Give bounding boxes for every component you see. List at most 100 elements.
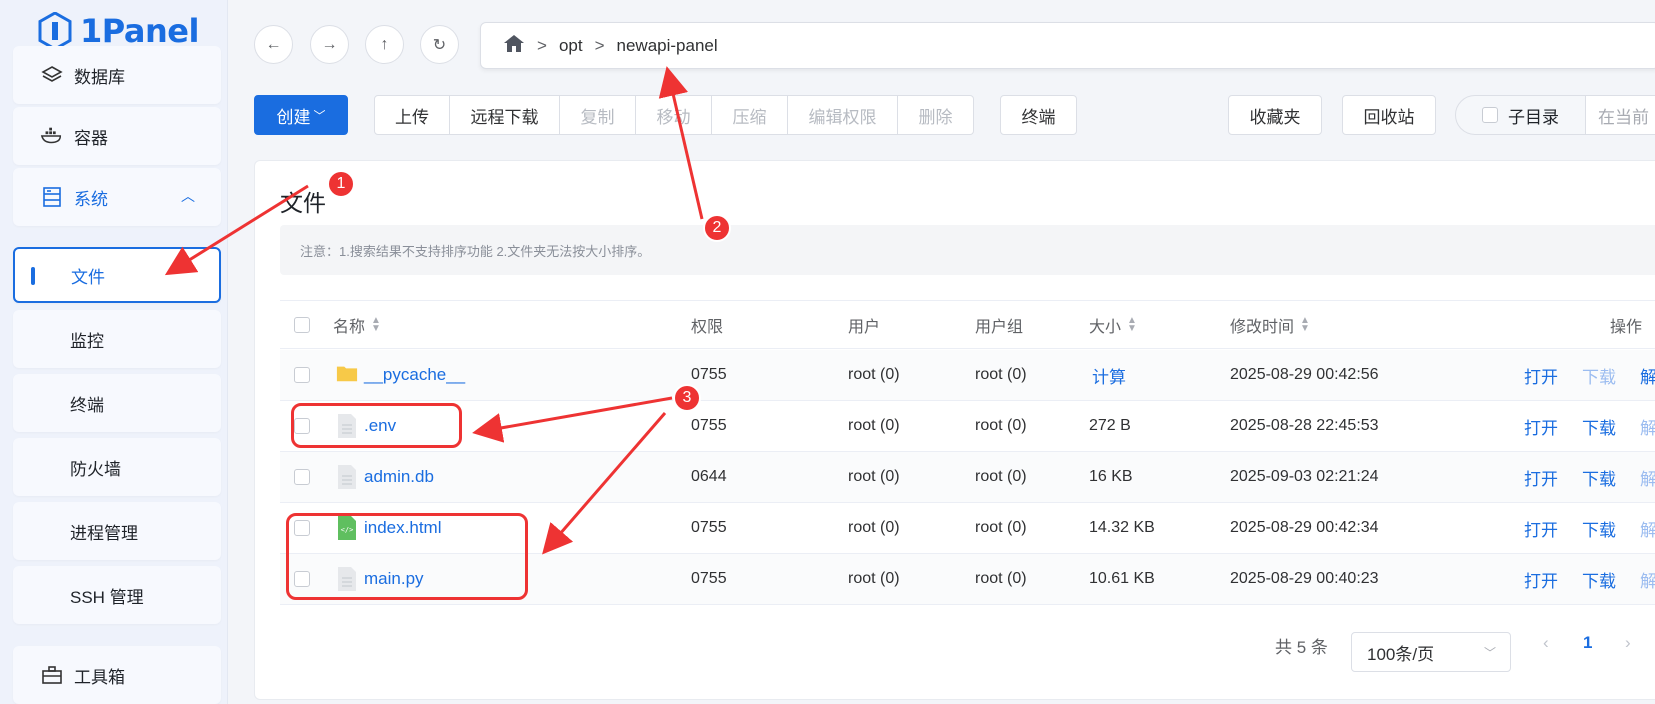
download-link[interactable]: 下载 <box>1582 452 1616 502</box>
compress-button[interactable]: 压缩 <box>712 95 788 135</box>
recycle-bin-button[interactable]: 回收站 <box>1342 95 1436 135</box>
delete-button[interactable]: 删除 <box>898 95 974 135</box>
extract-link[interactable]: 解 <box>1640 350 1655 400</box>
sidebar-item-process[interactable]: 进程管理 <box>13 502 221 560</box>
header-user: 用户 <box>848 318 881 336</box>
sort-icon: ▲ ▼ <box>1300 314 1310 334</box>
file-user[interactable]: root (0) <box>848 350 900 400</box>
header-size[interactable]: 大小 ▲ ▼ <box>1089 301 1137 348</box>
create-button[interactable]: 创建 ﹀ <box>254 95 348 135</box>
row-checkbox[interactable] <box>294 469 310 485</box>
prev-page-button[interactable]: ‹ <box>1543 633 1549 653</box>
file-perm[interactable]: 0755 <box>691 401 727 451</box>
server-icon <box>40 185 64 209</box>
arrow-up-icon: ↑ <box>380 35 389 53</box>
open-link[interactable]: 打开 <box>1524 401 1558 451</box>
file-user[interactable]: root (0) <box>848 401 900 451</box>
folder-icon <box>336 362 358 388</box>
edit-permission-button[interactable]: 编辑权限 <box>788 95 898 135</box>
open-link[interactable]: 打开 <box>1524 503 1558 553</box>
sidebar-item-monitor[interactable]: 监控 <box>13 310 221 368</box>
table-row: .env 0755 root (0) root (0) 272 B 2025-0… <box>280 401 1655 452</box>
file-name[interactable]: __pycache__ <box>364 365 465 385</box>
file-user[interactable]: root (0) <box>848 452 900 502</box>
file-perm[interactable]: 0755 <box>691 554 727 604</box>
page-number-current[interactable]: 1 <box>1583 633 1592 653</box>
sidebar-item-container[interactable]: 容器 <box>13 107 221 165</box>
header-group: 用户组 <box>975 318 1024 336</box>
terminal-button[interactable]: 终端 <box>1000 95 1077 135</box>
table-header: 名称 ▲ ▼ 权限 用户 用户组 大小 ▲ ▼ 修改时间 ▲ ▼ 操作 <box>280 300 1655 349</box>
select-all-checkbox[interactable] <box>294 316 310 333</box>
subdir-label: 子目录 <box>1508 107 1559 127</box>
chevron-left-icon: ‹ <box>1543 633 1549 652</box>
file-perm[interactable]: 0755 <box>691 503 727 553</box>
extract-link[interactable]: 解 <box>1640 554 1655 604</box>
open-link[interactable]: 打开 <box>1524 554 1558 604</box>
extract-link[interactable]: 解 <box>1640 503 1655 553</box>
favorites-button[interactable]: 收藏夹 <box>1228 95 1322 135</box>
breadcrumb-separator: > <box>594 35 605 55</box>
subdir-checkbox[interactable] <box>1482 107 1498 123</box>
sort-icon: ▲ ▼ <box>371 314 381 334</box>
sidebar-item-terminal[interactable]: 终端 <box>13 374 221 432</box>
download-link[interactable]: 下载 <box>1582 503 1616 553</box>
sidebar-item-firewall[interactable]: 防火墙 <box>13 438 221 496</box>
refresh-button[interactable]: ↻ <box>420 25 459 64</box>
sidebar-item-toolbox[interactable]: 工具箱 <box>13 646 221 704</box>
sidebar-item-database[interactable]: 数据库 <box>13 46 221 104</box>
file-perm[interactable]: 0644 <box>691 452 727 502</box>
sidebar-item-system[interactable]: 系统 ︿ <box>13 168 221 226</box>
search-input[interactable]: 在当前 <box>1585 96 1655 134</box>
download-link[interactable]: 下载 <box>1582 401 1616 451</box>
file-group[interactable]: root (0) <box>975 401 1027 451</box>
breadcrumb-opt[interactable]: opt <box>559 36 583 56</box>
file-user[interactable]: root (0) <box>848 503 900 553</box>
annotation-badge-2: 2 <box>703 214 731 242</box>
sidebar-item-label: 进程管理 <box>70 523 138 543</box>
sidebar-item-ssh[interactable]: SSH 管理 <box>13 566 221 624</box>
header-ops: 操作 <box>1610 318 1643 336</box>
annotation-badge-3: 3 <box>673 384 701 412</box>
breadcrumb-newapi-panel[interactable]: newapi-panel <box>617 36 718 56</box>
file-group[interactable]: root (0) <box>975 350 1027 400</box>
upload-button[interactable]: 上传 <box>374 95 450 135</box>
download-link[interactable]: 下载 <box>1582 554 1616 604</box>
file-mtime: 2025-08-29 00:42:34 <box>1230 519 1379 536</box>
page-size-select[interactable]: 100条/页 ﹀ <box>1351 632 1511 672</box>
row-checkbox[interactable] <box>294 367 310 383</box>
file-size: 16 KB <box>1089 468 1133 485</box>
next-page-button[interactable]: › <box>1625 633 1631 653</box>
notice-banner: 注意：1.搜索结果不支持排序功能 2.文件夹无法按大小排序。 <box>280 225 1655 275</box>
sidebar-item-files[interactable]: 文件 <box>13 247 221 303</box>
header-mtime[interactable]: 修改时间 ▲ ▼ <box>1230 301 1310 348</box>
sort-icon: ▲ ▼ <box>1127 314 1137 334</box>
breadcrumb-separator: > <box>537 35 547 55</box>
download-link[interactable]: 下载 <box>1582 350 1616 400</box>
extract-link[interactable]: 解 <box>1640 452 1655 502</box>
up-button[interactable]: ↑ <box>365 25 404 64</box>
1panel-logo-icon <box>38 12 72 50</box>
file-group[interactable]: root (0) <box>975 554 1027 604</box>
file-name[interactable]: admin.db <box>364 467 434 487</box>
open-link[interactable]: 打开 <box>1524 452 1558 502</box>
page-title: 文件 <box>280 190 326 216</box>
header-name[interactable]: 名称 ▲ ▼ <box>333 301 381 348</box>
file-action-group: 上传 远程下载 复制 移动 压缩 编辑权限 删除 <box>374 95 974 135</box>
extract-link[interactable]: 解 <box>1640 401 1655 451</box>
copy-button[interactable]: 复制 <box>560 95 636 135</box>
home-icon[interactable] <box>503 33 525 58</box>
open-link[interactable]: 打开 <box>1524 350 1558 400</box>
highlight-box-env <box>291 403 462 448</box>
remote-download-button[interactable]: 远程下载 <box>450 95 560 135</box>
forward-button[interactable]: → <box>310 25 349 64</box>
arrow-right-icon: → <box>321 35 338 53</box>
move-button[interactable]: 移动 <box>636 95 712 135</box>
arrow-left-icon: ← <box>265 35 282 53</box>
file-group[interactable]: root (0) <box>975 503 1027 553</box>
back-button[interactable]: ← <box>254 25 293 64</box>
calculate-size-link[interactable]: 计算 <box>1092 350 1126 400</box>
file-user[interactable]: root (0) <box>848 554 900 604</box>
file-group[interactable]: root (0) <box>975 452 1027 502</box>
refresh-icon: ↻ <box>432 36 447 54</box>
